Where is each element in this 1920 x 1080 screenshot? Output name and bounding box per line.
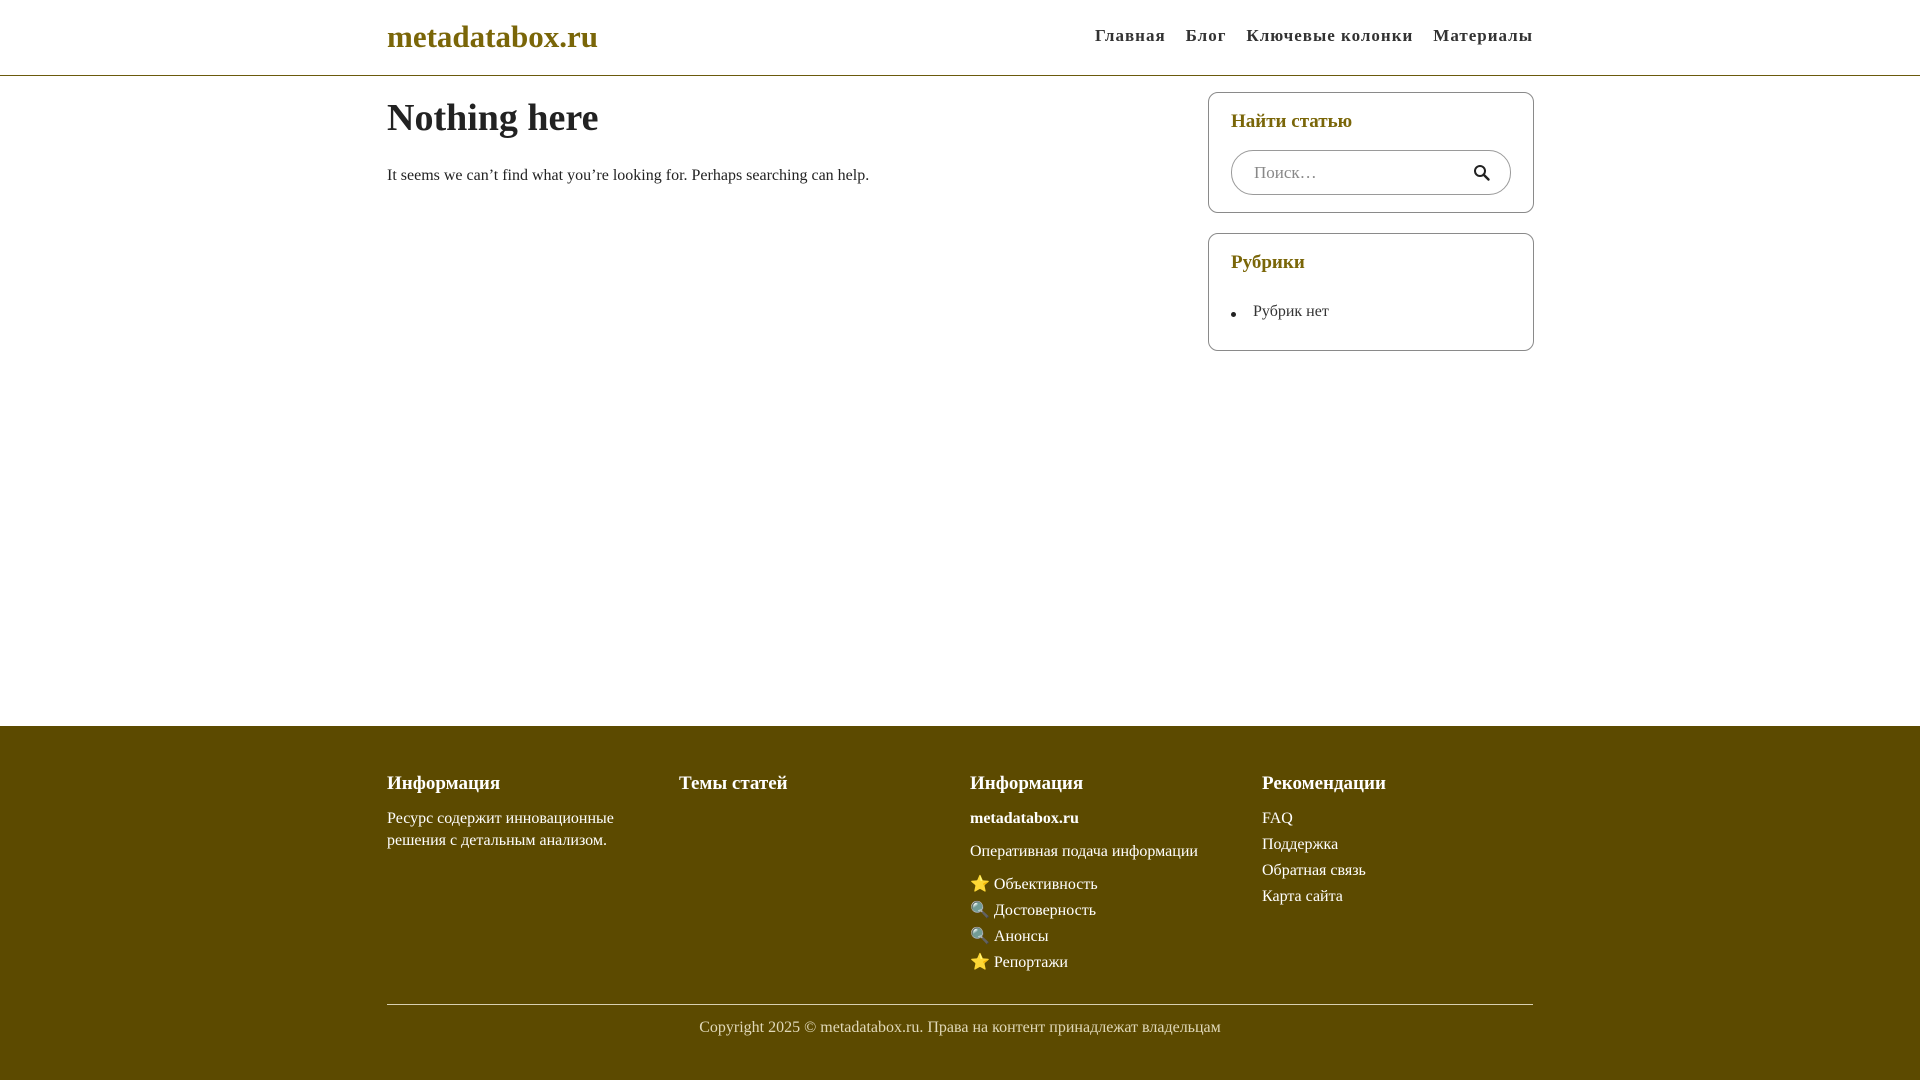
content-area: Nothing here It seems we can’t find what… bbox=[0, 76, 1920, 726]
main-nav: Главная Блог Ключевые колонки Материалы bbox=[1095, 26, 1533, 46]
categories-list: Рубрик нет bbox=[1231, 291, 1511, 333]
nav-item-materials[interactable]: Материалы bbox=[1433, 26, 1533, 46]
search-input[interactable] bbox=[1232, 152, 1472, 193]
nav-item-home[interactable]: Главная bbox=[1095, 26, 1166, 46]
footer-col-info: Информация Ресурс содержит инновационные… bbox=[387, 773, 637, 852]
footer-site-name: metadatabox.ru bbox=[970, 810, 1079, 827]
footer-columns: Информация Ресурс содержит инновационные… bbox=[387, 726, 1533, 1006]
categories-widget-title: Рубрики bbox=[1231, 252, 1305, 273]
search-button[interactable] bbox=[1472, 163, 1492, 183]
footer-col-site-info-title: Информация bbox=[970, 773, 1084, 794]
copyright-text: Copyright 2025 © metadatabox.ru. Права н… bbox=[699, 1019, 1221, 1036]
nav-item-key-columns[interactable]: Ключевые колонки bbox=[1246, 26, 1413, 46]
category-item: Рубрик нет bbox=[1231, 291, 1511, 333]
site-header: metadatabox.ru Главная Блог Ключевые кол… bbox=[0, 0, 1920, 76]
footer-col-topics-title: Темы статей bbox=[679, 773, 788, 794]
main-content: Nothing here It seems we can’t find what… bbox=[387, 96, 1147, 185]
footer-link-feedback[interactable]: Обратная связь bbox=[1262, 862, 1366, 879]
footer-col-topics: Темы статей bbox=[679, 773, 929, 808]
footer-divider bbox=[387, 1004, 1533, 1005]
site-footer: Информация Ресурс содержит инновационные… bbox=[0, 726, 1920, 1080]
footer-features-list: ⭐ Объективность 🔍 Достоверность 🔍 Анонсы… bbox=[970, 874, 1220, 974]
search-widget: Найти статью bbox=[1208, 92, 1534, 213]
footer-feature-item: ⭐ Объективность bbox=[970, 876, 1098, 893]
nav-item-blog[interactable]: Блог bbox=[1186, 26, 1227, 46]
search-widget-title: Найти статью bbox=[1231, 111, 1353, 132]
site-title-link[interactable]: metadatabox.ru bbox=[387, 19, 598, 55]
sidebar: Найти статью Рубрики Рубрик нет bbox=[1208, 92, 1534, 371]
footer-col-recommendations: Рекомендации FAQ Поддержка Обратная связ… bbox=[1262, 773, 1512, 912]
header-inner: metadatabox.ru Главная Блог Ключевые кол… bbox=[387, 0, 1533, 75]
footer-col-site-info: Информация metadatabox.ru Оперативная по… bbox=[970, 773, 1220, 978]
footer-feature-item: ⭐ Репортажи bbox=[970, 954, 1068, 971]
page-title: Nothing here bbox=[387, 97, 599, 139]
footer-link-support[interactable]: Поддержка bbox=[1262, 836, 1338, 853]
footer-tagline: Оперативная подача информации bbox=[970, 843, 1198, 860]
footer-feature-item: 🔍 Достоверность bbox=[970, 902, 1097, 919]
categories-widget: Рубрики Рубрик нет bbox=[1208, 233, 1534, 351]
search-icon bbox=[1474, 165, 1490, 181]
footer-col-recommendations-title: Рекомендации bbox=[1262, 773, 1386, 794]
footer-link-sitemap[interactable]: Карта сайта bbox=[1262, 888, 1343, 905]
search-form bbox=[1231, 150, 1511, 195]
not-found-message: It seems we can’t find what you’re looki… bbox=[387, 166, 870, 184]
footer-inner: Информация Ресурс содержит инновационные… bbox=[387, 726, 1533, 1036]
footer-link-faq[interactable]: FAQ bbox=[1262, 810, 1293, 827]
footer-col-info-text: Ресурс содержит инновационные решения с … bbox=[387, 810, 614, 849]
footer-links-list: FAQ Поддержка Обратная связь Карта сайта bbox=[1262, 808, 1512, 908]
footer-col-info-title: Информация bbox=[387, 773, 501, 794]
footer-feature-item: 🔍 Анонсы bbox=[970, 928, 1049, 945]
